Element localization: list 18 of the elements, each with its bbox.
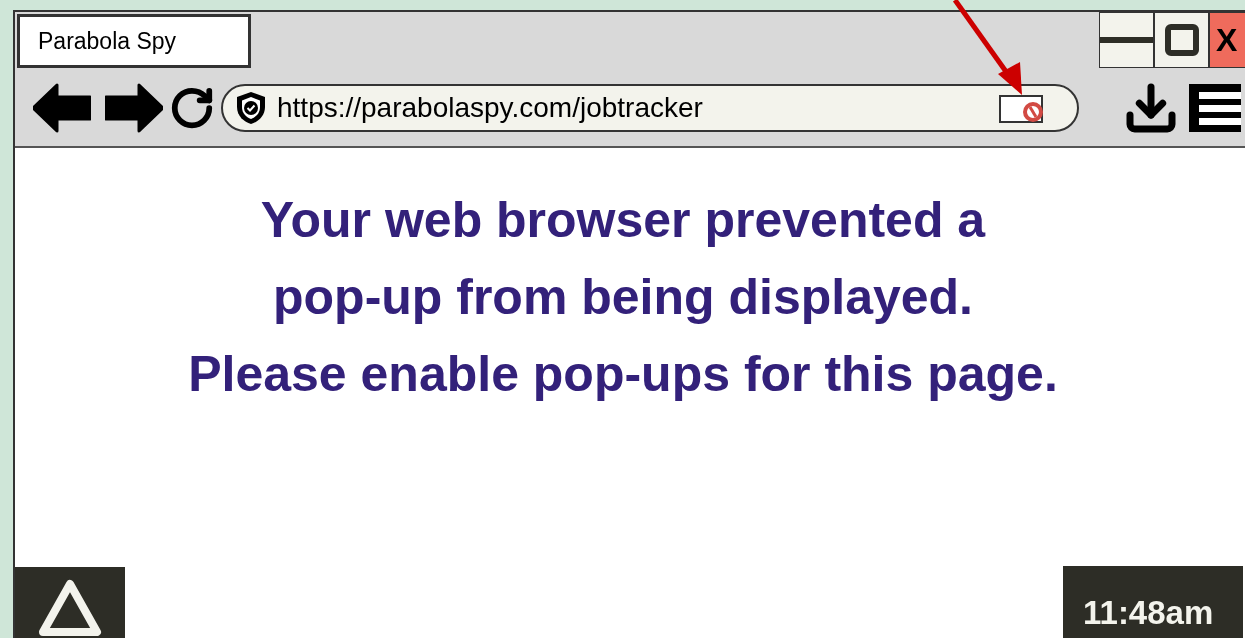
- refresh-icon[interactable]: [169, 85, 215, 131]
- back-arrow-icon[interactable]: [33, 83, 91, 133]
- browser-tab[interactable]: Parabola Spy: [17, 14, 251, 68]
- minimize-icon: [1100, 37, 1153, 43]
- shield-check-icon: [235, 91, 267, 125]
- menu-icon[interactable]: [1189, 84, 1241, 132]
- maximize-button[interactable]: [1154, 12, 1209, 68]
- maximize-icon: [1164, 24, 1199, 56]
- minimize-button[interactable]: [1099, 12, 1154, 68]
- start-button[interactable]: [15, 567, 125, 638]
- url-text: https://parabolaspy.com/jobtracker: [277, 91, 704, 125]
- blocked-popup-icon[interactable]: [999, 93, 1045, 123]
- close-button[interactable]: X: [1209, 12, 1245, 68]
- popup-blocked-message: Your web browser prevented a pop-up from being displayed. Please enable pop-ups for this page.: [187, 191, 1059, 404]
- triangle-icon: [38, 578, 102, 637]
- forward-arrow-icon[interactable]: [105, 83, 163, 133]
- clock: 11:48am: [1063, 566, 1243, 638]
- address-bar[interactable]: https://parabolaspy.com/jobtracker: [221, 84, 1079, 132]
